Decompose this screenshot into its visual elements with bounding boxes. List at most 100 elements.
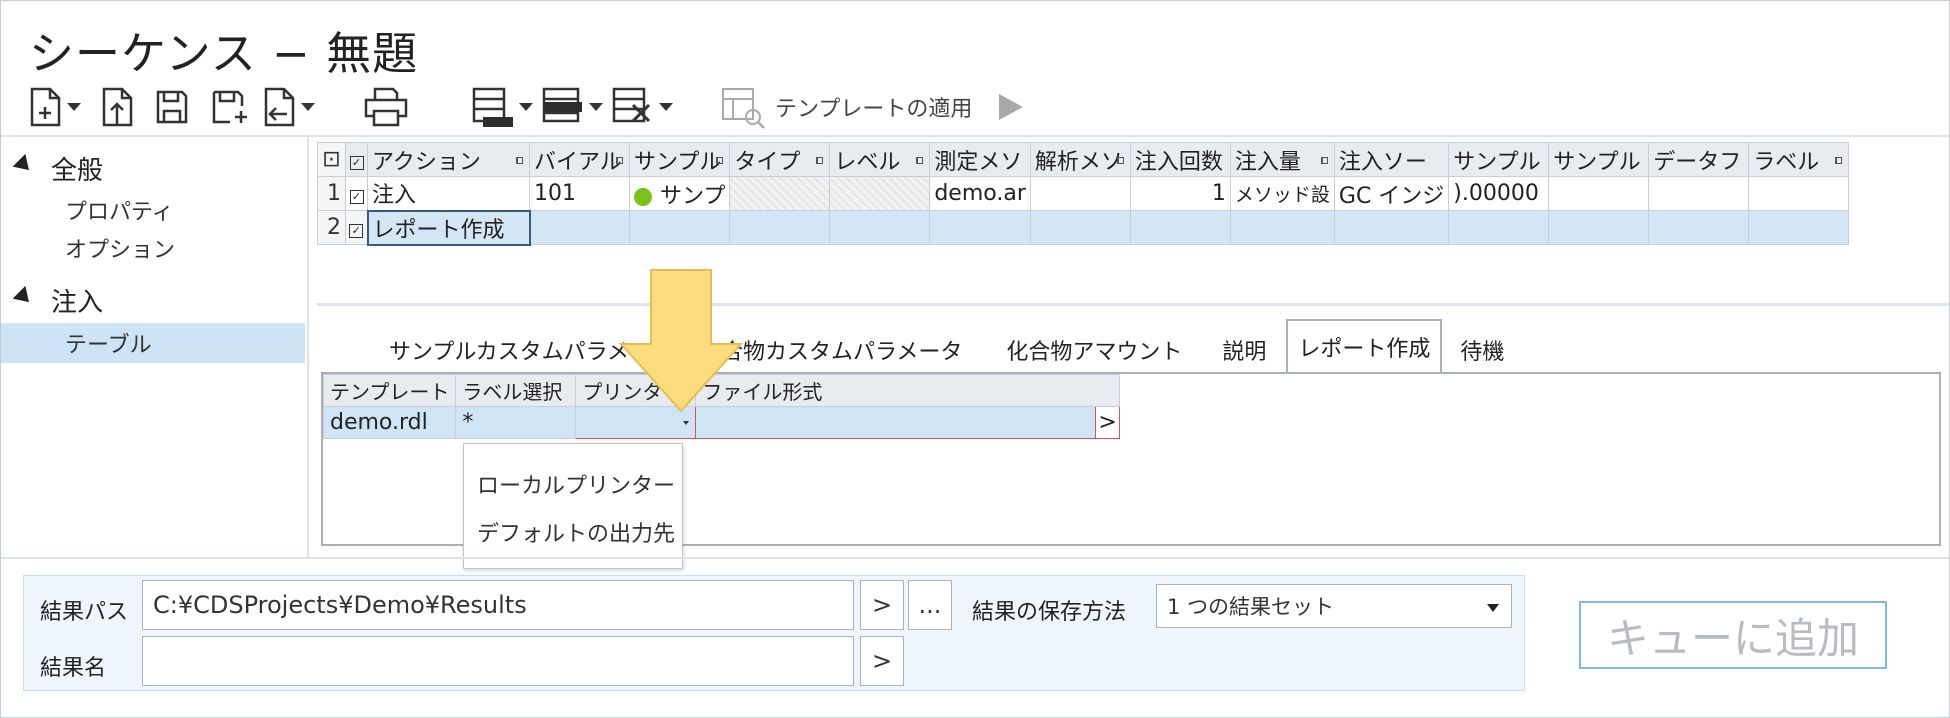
cell-proc-method[interactable] <box>1029 210 1131 245</box>
print-button[interactable] <box>363 83 409 131</box>
cell-sample[interactable] <box>628 210 731 245</box>
cell-proc-method[interactable] <box>1029 176 1131 211</box>
cell-inj-source[interactable] <box>1333 210 1450 245</box>
detail-tab-bar: サンプルカスタムパラメータ 化合物カスタムパラメータ 化合物アマウント 説明 レ… <box>369 319 1524 373</box>
cell-label[interactable] <box>1748 176 1850 211</box>
new-doc-button[interactable] <box>29 83 81 131</box>
dropdown-option-default-output[interactable]: デフォルトの出力先 <box>464 508 682 556</box>
col-header-sample-dilution[interactable]: サンプル <box>1548 142 1650 177</box>
cell-acq-method[interactable] <box>929 210 1031 245</box>
pin-icon <box>1320 157 1328 164</box>
delete-row-button[interactable] <box>611 83 673 131</box>
cell-action[interactable]: 注入 <box>367 176 530 211</box>
cell-type[interactable] <box>729 176 831 211</box>
col-header-injections[interactable]: 注入回数 <box>1129 142 1231 177</box>
col-header-template[interactable]: テンプレート <box>322 374 457 407</box>
col-header-type[interactable]: タイプ <box>729 142 831 177</box>
col-header-inj-source[interactable]: 注入ソー <box>1333 142 1450 177</box>
insert-rows-icon <box>471 85 515 129</box>
cell-label[interactable] <box>1748 210 1850 245</box>
col-header-sample-amount[interactable]: サンプル <box>1448 142 1550 177</box>
cell-level[interactable] <box>829 210 931 245</box>
col-header-action[interactable]: アクション <box>367 142 530 177</box>
result-name-button[interactable]: > <box>860 636 904 686</box>
cell-template[interactable]: demo.rdl <box>322 406 457 439</box>
add-to-queue-button[interactable]: キューに追加 <box>1579 601 1887 669</box>
cell-level[interactable] <box>829 176 931 211</box>
nav-item-properties[interactable]: プロパティ <box>1 191 305 229</box>
col-header-label[interactable]: ラベル <box>1748 142 1850 177</box>
cell-sample-dilution[interactable] <box>1548 176 1650 211</box>
row-checkbox-cell[interactable]: ✓ <box>345 210 368 245</box>
insert-rows-button[interactable] <box>471 83 533 131</box>
result-path-input[interactable]: C:¥CDSProjects¥Demo¥Results <box>142 580 854 630</box>
cell-inj-volume[interactable] <box>1229 210 1335 245</box>
insert-row-button[interactable] <box>541 83 603 131</box>
file-format-button[interactable]: > <box>1095 406 1120 439</box>
cell-injections[interactable]: 1 <box>1129 176 1231 211</box>
nav-group-injection[interactable]: 注入 <box>1 277 305 323</box>
col-header-acq-method[interactable]: 測定メソ <box>929 142 1031 177</box>
cell-sample-amount[interactable] <box>1448 210 1550 245</box>
col-header-level[interactable]: レベル <box>829 142 931 177</box>
cell-sample-amount[interactable]: ).00000 <box>1448 176 1550 211</box>
tab-report[interactable]: レポート作成 <box>1286 319 1443 373</box>
cell-data-file[interactable] <box>1648 176 1750 211</box>
panel-splitter[interactable] <box>317 303 1949 306</box>
save-button[interactable] <box>155 83 189 131</box>
result-path-button[interactable]: > <box>860 580 904 630</box>
save-method-select[interactable]: 1 つの結果セット <box>1156 584 1512 628</box>
export-button[interactable] <box>263 83 315 131</box>
tab-wait[interactable]: 待機 <box>1442 327 1524 373</box>
save-as-button[interactable] <box>211 83 251 131</box>
col-header-sample[interactable]: サンプル <box>628 142 731 177</box>
checkbox[interactable]: ✓ <box>349 224 364 238</box>
save-icon <box>155 89 189 125</box>
dropdown-option-local-printer[interactable]: ローカルプリンター <box>464 460 682 508</box>
row-checkbox-cell[interactable]: ✓ <box>345 176 368 211</box>
highlight-arrow-icon <box>619 269 743 413</box>
nav-item-options[interactable]: オプション <box>1 229 305 267</box>
row-header-icon-cell[interactable]: ⊡ <box>317 142 346 177</box>
result-name-input[interactable] <box>142 636 854 686</box>
table-row[interactable]: 2 ✓ レポート作成 <box>317 209 1850 246</box>
nav-group-label: 注入 <box>51 287 104 318</box>
col-header-data-file[interactable]: データフ <box>1648 142 1750 177</box>
checkbox[interactable]: ✓ <box>349 190 364 204</box>
cell-injections[interactable] <box>1129 210 1231 245</box>
col-header-file-format[interactable]: ファイル形式 <box>695 374 1120 407</box>
cell-file-format[interactable] <box>695 406 1097 439</box>
cell-label-select[interactable]: * <box>455 406 577 439</box>
apply-template-button[interactable]: テンプレートの適用 <box>719 83 972 131</box>
cell-sample[interactable]: サンプ <box>628 176 731 211</box>
cell-type[interactable] <box>729 210 831 245</box>
pin-icon <box>616 157 623 164</box>
cell-sample-dilution[interactable] <box>1548 210 1650 245</box>
col-header-vial[interactable]: バイアル <box>529 142 630 177</box>
nav-divider <box>307 137 309 557</box>
cell-action[interactable]: レポート作成 <box>366 209 531 246</box>
checkbox[interactable]: ✓ <box>349 156 364 170</box>
import-button[interactable] <box>101 83 135 131</box>
nav-group-general[interactable]: 全般 <box>1 145 305 191</box>
select-all-cell[interactable]: ✓ <box>345 142 368 177</box>
table-row[interactable]: 1 ✓ 注入 101 サンプ demo.ar 1 メソッド設 GC インジ ).… <box>317 176 1850 211</box>
cell-data-file[interactable] <box>1648 210 1750 245</box>
nav-item-table[interactable]: テーブル <box>1 323 305 363</box>
window-title: シーケンス − 無題 <box>29 27 419 80</box>
run-button[interactable] <box>996 83 1026 131</box>
cell-vial[interactable]: 101 <box>529 176 630 211</box>
cell-acq-method[interactable]: demo.ar <box>929 176 1031 211</box>
col-header-inj-volume[interactable]: 注入量 <box>1229 142 1335 177</box>
cell-inj-volume[interactable]: メソッド設 <box>1229 176 1335 211</box>
cell-inj-source[interactable]: GC インジ <box>1333 176 1450 211</box>
chevron-down-icon <box>519 103 533 111</box>
results-panel: 結果パス C:¥CDSProjects¥Demo¥Results > ... 結… <box>23 575 1525 691</box>
col-header-proc-method[interactable]: 解析メソ <box>1029 142 1131 177</box>
col-header-label-select[interactable]: ラベル選択 <box>455 374 577 407</box>
cell-vial[interactable] <box>529 210 630 245</box>
tab-compound-amount[interactable]: 化合物アマウント <box>986 327 1202 373</box>
pin-icon <box>516 157 523 164</box>
tab-description[interactable]: 説明 <box>1202 327 1286 373</box>
browse-button[interactable]: ... <box>908 580 952 630</box>
